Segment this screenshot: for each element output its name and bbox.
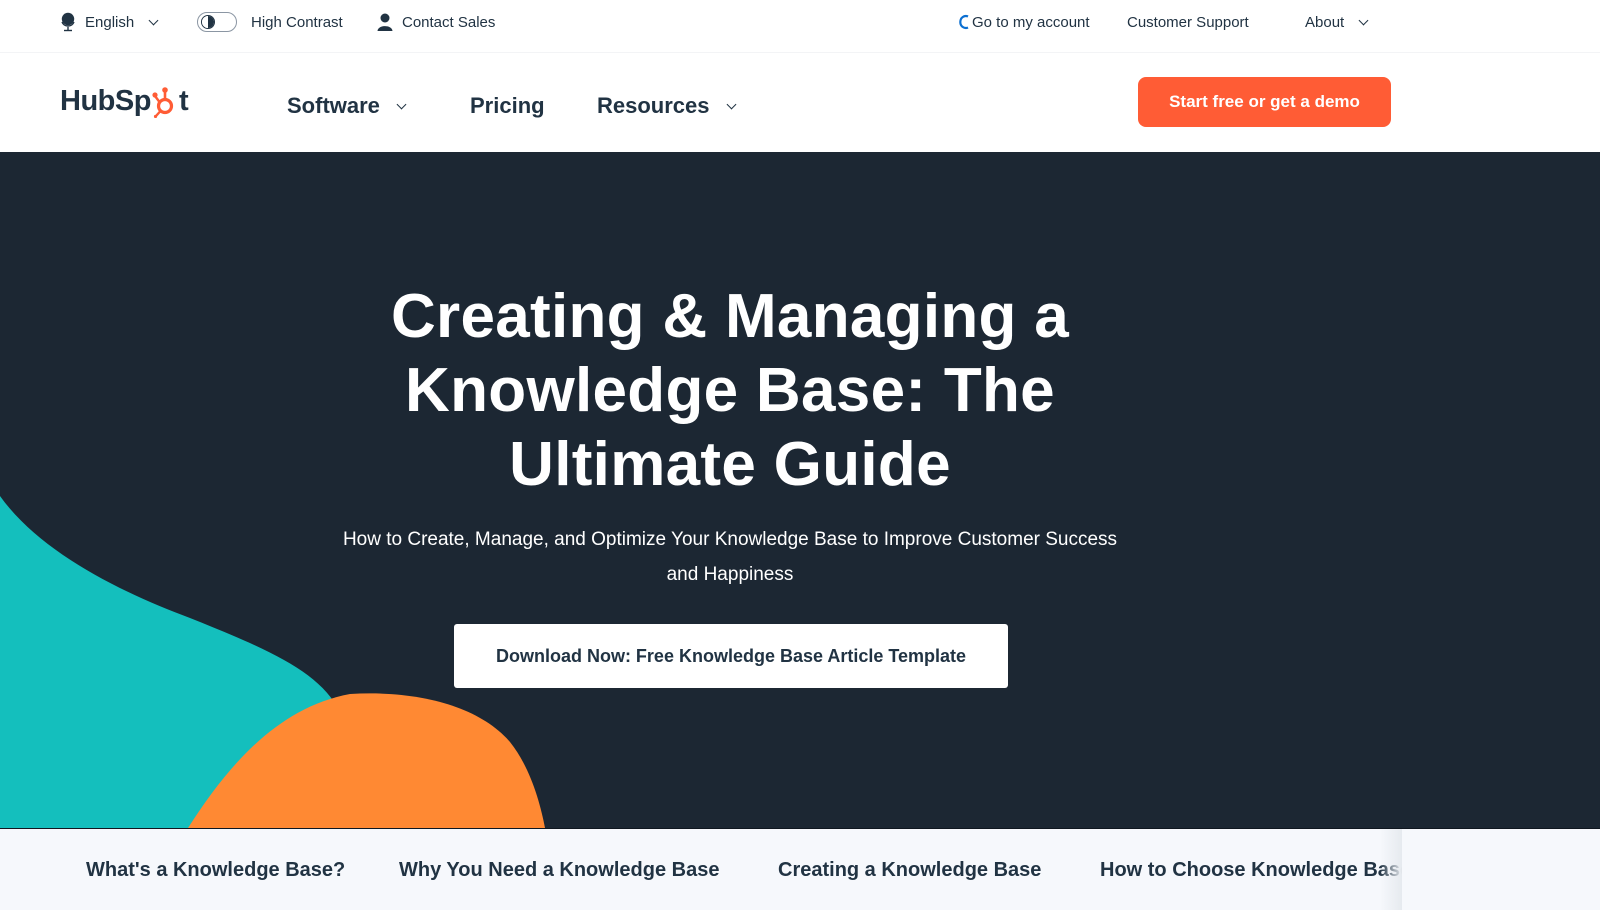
account-link[interactable]: Go to my account [958, 0, 1090, 44]
chevron-down-icon [726, 99, 736, 109]
language-selector[interactable]: English [60, 0, 159, 44]
customer-support-label: Customer Support [1127, 13, 1249, 31]
hero-title: Creating & Managing a Knowledge Base: Th… [330, 280, 1130, 502]
globe-icon [60, 12, 76, 32]
logo-wordmark: HubSp t [60, 84, 189, 119]
nav-software-label: Software [287, 93, 380, 118]
table-of-contents-bar: What's a Knowledge Base? Why You Need a … [0, 828, 1600, 910]
about-label: About [1305, 13, 1345, 31]
nav-resources[interactable]: Resources [597, 81, 736, 131]
sprocket-icon [152, 84, 178, 119]
toc-scroll-fade [1380, 829, 1402, 910]
contrast-icon [201, 15, 215, 29]
high-contrast-toggle[interactable]: High Contrast [197, 0, 343, 44]
hero-title-line: Ultimate Guide [509, 430, 951, 499]
toc-item[interactable]: What's a Knowledge Base? [86, 829, 345, 910]
contrast-toggle-switch[interactable] [197, 12, 237, 32]
download-template-button[interactable]: Download Now: Free Knowledge Base Articl… [454, 624, 1008, 688]
hero-subtitle: How to Create, Manage, and Optimize Your… [290, 522, 1170, 592]
hero-section: Creating & Managing a Knowledge Base: Th… [0, 152, 1600, 828]
nav-software[interactable]: Software [287, 81, 407, 131]
logo-text-start: HubSp [60, 84, 151, 117]
toc-scroll-container: What's a Knowledge Base? Why You Need a … [62, 829, 1402, 910]
chevron-down-icon [396, 99, 407, 109]
loading-spinner-icon [958, 14, 970, 30]
toc-item[interactable]: Why You Need a Knowledge Base [399, 829, 719, 910]
nav-pricing-label: Pricing [470, 93, 545, 118]
chevron-down-icon [1358, 15, 1369, 25]
person-icon [377, 12, 393, 32]
nav-resources-label: Resources [597, 93, 710, 118]
account-label: Go to my account [972, 13, 1090, 31]
customer-support-link[interactable]: Customer Support [1127, 0, 1249, 44]
hero-subtitle-line: and Happiness [666, 564, 794, 585]
about-menu[interactable]: About [1305, 0, 1369, 44]
logo-text-end: t [178, 84, 189, 117]
hubspot-logo[interactable]: HubSp t [60, 81, 189, 121]
toc-item[interactable]: Creating a Knowledge Base [778, 829, 1041, 910]
hero-title-line: Creating & Managing a [390, 282, 1070, 351]
contact-sales-link[interactable]: Contact Sales [377, 0, 495, 44]
nav-pricing[interactable]: Pricing [470, 81, 545, 131]
language-label: English [85, 13, 135, 31]
utility-bar: English High Contrast Contact Sales Go t… [0, 0, 1600, 44]
hero-subtitle-line: How to Create, Manage, and Optimize Your… [342, 529, 1118, 550]
toc-item[interactable]: How to Choose Knowledge Base [1100, 829, 1402, 910]
hero-title-line: Knowledge Base: The [405, 356, 1055, 425]
chevron-down-icon [148, 15, 159, 25]
start-free-demo-button[interactable]: Start free or get a demo [1138, 77, 1391, 127]
main-nav: HubSp t Software Pricing Resources Start… [0, 53, 1600, 152]
high-contrast-label: High Contrast [251, 13, 343, 31]
contact-sales-label: Contact Sales [402, 13, 496, 31]
